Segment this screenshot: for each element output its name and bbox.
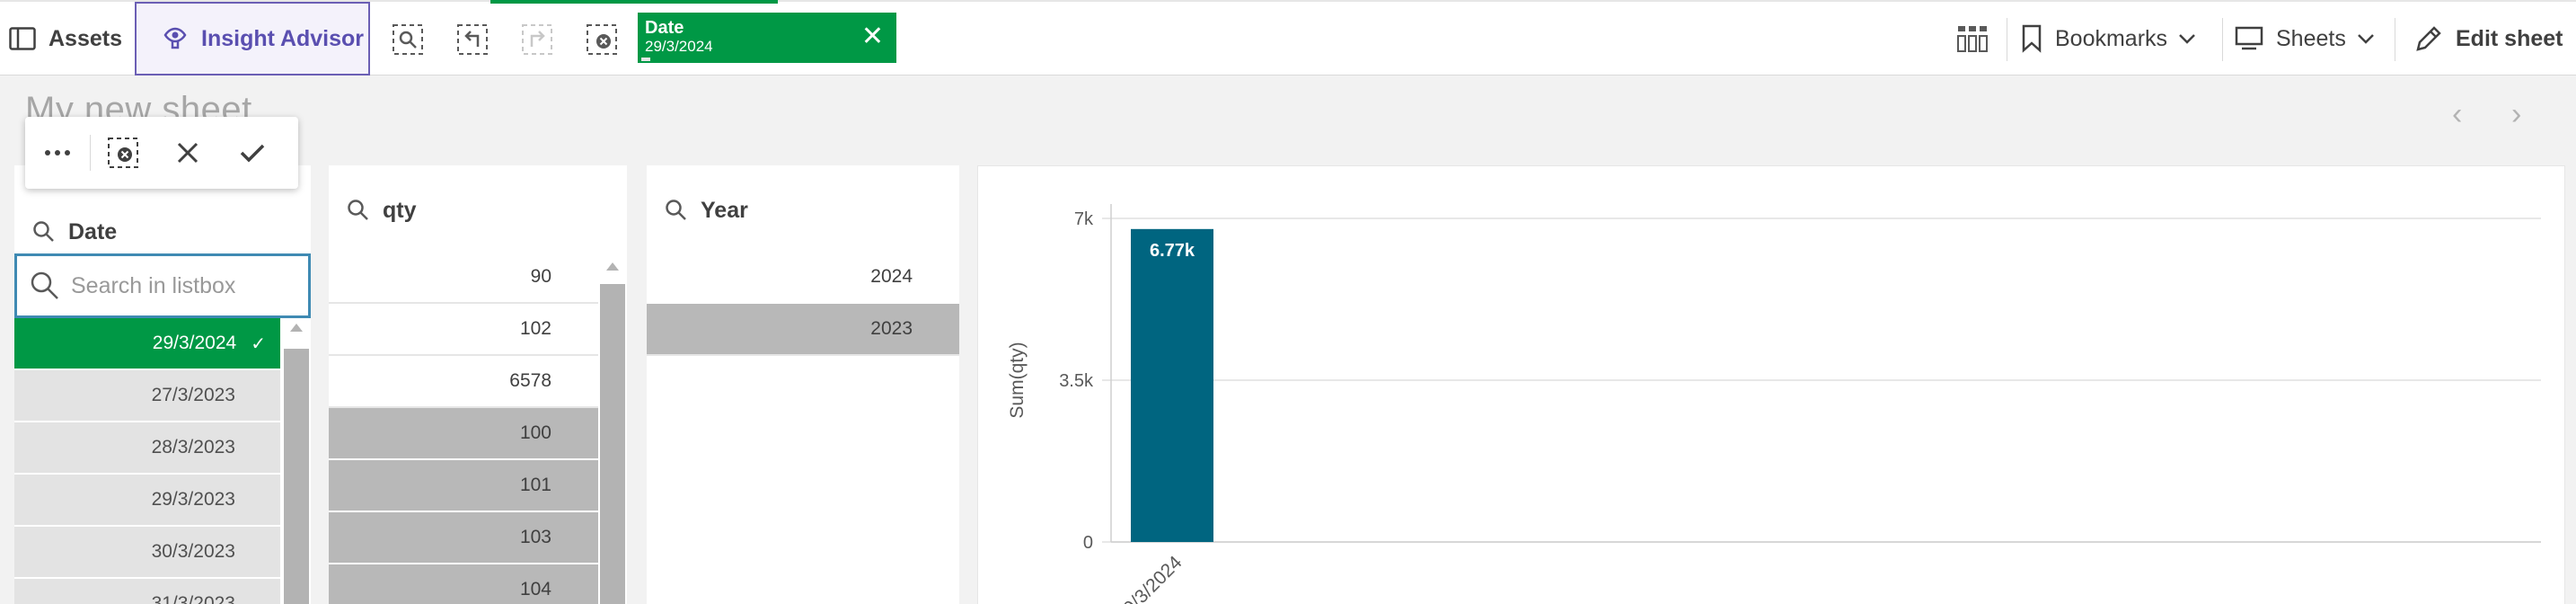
previous-sheet-icon[interactable]: ‹ xyxy=(2452,97,2462,132)
bookmark-icon xyxy=(2022,24,2042,53)
bar xyxy=(1131,228,1213,542)
listbox-header-date[interactable]: Date xyxy=(14,209,311,255)
y-tick-label: 7k xyxy=(1074,209,1094,229)
list-item[interactable]: 27/3/2023 xyxy=(14,370,280,422)
search-icon xyxy=(31,271,58,299)
list-item[interactable]: 103 xyxy=(329,512,598,564)
bookmarks-label: Bookmarks xyxy=(2055,25,2168,51)
bar-chart-canvas: 0 3.5k 7k Sum(qty) 6.77k 29/3/2024 xyxy=(1007,204,2541,604)
sheet-icon xyxy=(2235,26,2263,50)
clear-selections-icon xyxy=(587,24,617,55)
search-icon xyxy=(33,221,54,242)
step-back-button[interactable] xyxy=(454,22,490,58)
bar-chart[interactable]: 0 3.5k 7k Sum(qty) 6.77k 29/3/2024 xyxy=(977,165,2565,604)
list-item[interactable]: 30/3/2023 xyxy=(14,527,280,579)
search-icon xyxy=(666,200,686,220)
next-sheet-icon[interactable]: › xyxy=(2511,97,2521,132)
top-toolbar: Assets Insight Advisor Date 29/3/2024 ✕ … xyxy=(0,0,2576,76)
assets-label: Assets xyxy=(49,25,122,51)
y-axis-label: Sum(qty) xyxy=(1007,342,1028,418)
listbox-scrollbar[interactable] xyxy=(598,252,627,604)
step-back-icon xyxy=(457,24,488,55)
selection-chip-value: 29/3/2024 xyxy=(645,38,713,55)
scroll-up-icon[interactable] xyxy=(606,262,619,271)
search-selection-icon xyxy=(393,24,423,55)
scroll-up-icon[interactable] xyxy=(290,324,303,332)
edit-sheet-button[interactable]: Edit sheet xyxy=(2414,2,2576,76)
list-item[interactable]: 31/3/2023 xyxy=(14,579,280,604)
sheets-button[interactable]: Sheets xyxy=(2235,2,2378,76)
selection-chip-date[interactable]: Date 29/3/2024 ✕ xyxy=(638,13,896,63)
list-item[interactable]: 100 xyxy=(329,408,598,460)
listbox-year: Year xyxy=(647,165,959,604)
edit-sheet-label: Edit sheet xyxy=(2456,25,2563,51)
grid-view-button[interactable] xyxy=(1945,2,1999,76)
list-item[interactable]: 104 xyxy=(329,564,598,604)
insight-advisor-label: Insight Advisor xyxy=(201,25,365,51)
scrollbar-thumb[interactable] xyxy=(284,349,309,604)
y-tick-label: 0 xyxy=(1083,533,1093,553)
listbox-title-qty: qty xyxy=(383,197,417,223)
bookmarks-button[interactable]: Bookmarks xyxy=(2021,2,2210,76)
clear-all-selections-button[interactable] xyxy=(584,22,620,58)
chevron-down-icon xyxy=(2357,34,2374,44)
pencil-icon xyxy=(2416,26,2441,51)
step-forward-button[interactable] xyxy=(519,22,555,58)
selection-toolbar xyxy=(25,117,298,189)
close-icon[interactable]: ✕ xyxy=(861,23,884,50)
y-tick-label: 3.5k xyxy=(1059,371,1094,391)
grid-icon xyxy=(1957,26,1988,52)
listbox-search-placeholder: Search in listbox xyxy=(71,272,236,298)
listbox-header-qty[interactable]: qty xyxy=(329,165,627,255)
listbox-header-year[interactable]: Year xyxy=(647,165,959,255)
selection-chip-state-bar xyxy=(641,58,650,61)
insight-advisor-icon xyxy=(163,27,187,49)
toolbar-divider xyxy=(2222,18,2223,61)
list-item[interactable]: 29/3/2024 ✓ xyxy=(14,318,280,370)
listbox-scrollbar[interactable] xyxy=(282,318,311,604)
checkmark-icon xyxy=(240,144,265,163)
listbox-search-input[interactable]: Search in listbox xyxy=(14,253,311,318)
list-item[interactable]: 2024 xyxy=(647,252,959,304)
cancel-selection-button[interactable] xyxy=(155,117,220,189)
chevron-down-icon xyxy=(2179,34,2195,44)
assets-button[interactable]: Assets xyxy=(9,2,135,76)
listbox-title-date: Date xyxy=(68,218,118,244)
list-item[interactable]: 2023 xyxy=(647,304,959,356)
scrollbar-thumb[interactable] xyxy=(600,284,625,604)
list-item[interactable]: 6578 xyxy=(329,356,598,408)
confirm-selection-button[interactable] xyxy=(220,117,285,189)
search-icon xyxy=(348,200,368,220)
clear-selections-icon xyxy=(108,138,138,168)
sheets-label: Sheets xyxy=(2276,25,2346,51)
loading-progress-bar xyxy=(490,0,778,4)
smart-search-button[interactable] xyxy=(390,22,426,58)
list-item[interactable]: 28/3/2023 xyxy=(14,422,280,475)
selection-chip-field: Date xyxy=(645,18,684,38)
list-item[interactable]: 102 xyxy=(329,304,598,356)
data-label: 6.77k xyxy=(1150,241,1195,261)
panel-icon xyxy=(9,27,36,50)
x-tick-label: 29/3/2024 xyxy=(1112,552,1187,604)
listbox-title-year: Year xyxy=(701,197,748,223)
close-icon xyxy=(177,142,198,164)
step-forward-icon xyxy=(522,24,552,55)
list-item[interactable]: 29/3/2023 xyxy=(14,475,280,527)
more-icon xyxy=(45,150,70,155)
list-item[interactable]: 101 xyxy=(329,460,598,512)
insight-advisor-button[interactable]: Insight Advisor xyxy=(135,2,370,76)
checkmark-icon: ✓ xyxy=(251,333,266,354)
clear-selection-button[interactable] xyxy=(91,117,155,189)
list-item[interactable]: 90 xyxy=(329,252,598,304)
more-options-button[interactable] xyxy=(25,117,90,189)
